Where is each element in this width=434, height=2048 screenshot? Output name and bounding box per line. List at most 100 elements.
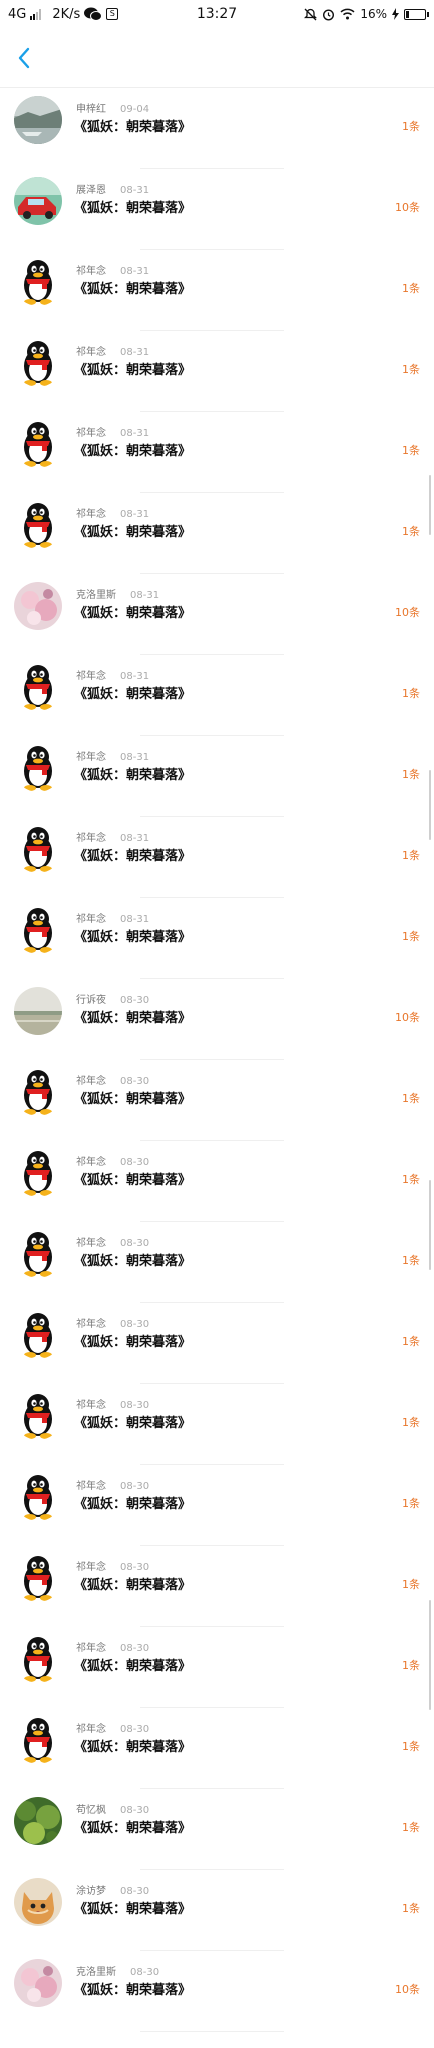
name-line: 祁年念 08-31 [76, 748, 149, 763]
message-date: 08-30 [120, 1724, 150, 1735]
name-line: 祁年念 08-31 [76, 910, 149, 925]
list-item[interactable]: 祁年念 08-30 《狐妖：朝荣暮落》 1条 [0, 1465, 434, 1546]
list-item[interactable]: 申梓红 09-04 《狐妖：朝荣暮落》 1条 [0, 88, 434, 169]
avatar[interactable] [14, 1230, 62, 1278]
list-item[interactable]: 祁年念 08-30 《狐妖：朝荣暮落》 1条 [0, 1384, 434, 1465]
list-item[interactable]: 展泽恩 08-31 《狐妖：朝荣暮落》 10条 [0, 169, 434, 250]
avatar[interactable] [14, 177, 62, 225]
avatar[interactable] [14, 663, 62, 711]
message-date: 08-30 [120, 1076, 150, 1087]
avatar[interactable] [14, 1311, 62, 1359]
avatar[interactable] [14, 1473, 62, 1521]
list-item[interactable]: 涂访梦 08-30 《狐妖：朝荣暮落》 1条 [0, 1870, 434, 1951]
message-count: 1条 [402, 1578, 420, 1591]
message-list[interactable]: 申梓红 09-04 《狐妖：朝荣暮落》 1条 展泽恩 08-31 《狐妖：朝荣暮落》 10条祁… [0, 88, 434, 2032]
message-count: 1条 [402, 1902, 420, 1915]
avatar[interactable] [14, 1635, 62, 1683]
avatar[interactable] [14, 1068, 62, 1116]
list-item[interactable]: 祁年念 08-30 《狐妖：朝荣暮落》 1条 [0, 1546, 434, 1627]
avatar[interactable] [14, 1149, 62, 1197]
list-item[interactable]: 祁年念 08-31 《狐妖：朝荣暮落》 1条 [0, 817, 434, 898]
list-item[interactable]: 祁年念 08-31 《狐妖：朝荣暮落》 1条 [0, 655, 434, 736]
user-name: 克洛里斯 [76, 1967, 116, 1978]
list-item[interactable]: 祁年念 08-30 《狐妖：朝荣暮落》 1条 [0, 1708, 434, 1789]
avatar[interactable] [14, 1797, 62, 1845]
list-item[interactable]: 苟忆枫 08-30 《狐妖：朝荣暮落》 1条 [0, 1789, 434, 1870]
avatar[interactable] [14, 906, 62, 954]
user-name: 祁年念 [76, 1481, 106, 1492]
avatar[interactable] [14, 258, 62, 306]
message-count: 1条 [402, 768, 420, 781]
name-line: 祁年念 08-30 [76, 1558, 149, 1573]
scrollbar-segment [429, 475, 431, 535]
message-date: 08-31 [120, 509, 150, 520]
message-count: 1条 [402, 1335, 420, 1348]
message-title: 《狐妖：朝荣暮落》 [74, 201, 192, 216]
avatar[interactable] [14, 1878, 62, 1926]
list-item[interactable]: 行诉夜 08-30 《狐妖：朝荣暮落》 10条 [0, 979, 434, 1060]
message-count: 1条 [402, 1254, 420, 1267]
user-name: 祁年念 [76, 1724, 106, 1735]
list-item[interactable]: 祁年念 08-30 《狐妖：朝荣暮落》 1条 [0, 1060, 434, 1141]
list-item[interactable]: 克洛里斯 08-30 《狐妖：朝荣暮落》 10条 [0, 1951, 434, 2032]
list-item[interactable]: 祁年念 08-31 《狐妖：朝荣暮落》 1条 [0, 331, 434, 412]
message-count: 10条 [395, 606, 420, 619]
app-badge-icon: S [106, 8, 119, 20]
list-item[interactable]: 祁年念 08-31 《狐妖：朝荣暮落》 1条 [0, 493, 434, 574]
list-item[interactable]: 祁年念 08-31 《狐妖：朝荣暮落》 1条 [0, 898, 434, 979]
list-item[interactable]: 祁年念 08-30 《狐妖：朝荣暮落》 1条 [0, 1303, 434, 1384]
message-count: 1条 [402, 930, 420, 943]
avatar[interactable] [14, 339, 62, 387]
avatar[interactable] [14, 1959, 62, 2007]
user-name: 祁年念 [76, 914, 106, 925]
avatar[interactable] [14, 744, 62, 792]
avatar[interactable] [14, 1716, 62, 1764]
name-line: 祁年念 08-30 [76, 1477, 149, 1492]
message-title: 《狐妖：朝荣暮落》 [74, 1821, 192, 1836]
avatar[interactable] [14, 987, 62, 1035]
list-item[interactable]: 祁年念 08-30 《狐妖：朝荣暮落》 1条 [0, 1222, 434, 1303]
name-line: 涂访梦 08-30 [76, 1882, 149, 1897]
name-line: 申梓红 09-04 [76, 100, 149, 115]
message-title: 《狐妖：朝荣暮落》 [74, 930, 192, 945]
message-date: 08-31 [120, 428, 150, 439]
avatar[interactable] [14, 501, 62, 549]
name-line: 克洛里斯 08-30 [76, 1963, 159, 1978]
avatar[interactable] [14, 1392, 62, 1440]
list-item[interactable]: 克洛里斯 08-31 《狐妖：朝荣暮落》 10条 [0, 574, 434, 655]
message-title: 《狐妖：朝荣暮落》 [74, 1092, 192, 1107]
name-line: 祁年念 08-31 [76, 262, 149, 277]
message-count: 10条 [395, 1983, 420, 1996]
message-title: 《狐妖：朝荣暮落》 [74, 363, 192, 378]
avatar[interactable] [14, 582, 62, 630]
name-line: 展泽恩 08-31 [76, 181, 149, 196]
name-line: 祁年念 08-31 [76, 505, 149, 520]
wifi-icon [340, 8, 355, 20]
user-name: 祁年念 [76, 266, 106, 277]
message-date: 08-31 [120, 347, 150, 358]
list-item[interactable]: 祁年念 08-31 《狐妖：朝荣暮落》 1条 [0, 736, 434, 817]
back-button[interactable] [12, 46, 36, 70]
list-item[interactable]: 祁年念 08-30 《狐妖：朝荣暮落》 1条 [0, 1627, 434, 1708]
scrollbar-segment [429, 1180, 431, 1270]
message-title: 《狐妖：朝荣暮落》 [74, 444, 192, 459]
avatar[interactable] [14, 420, 62, 468]
name-line: 祁年念 08-30 [76, 1153, 149, 1168]
avatar[interactable] [14, 96, 62, 144]
signal-icon [30, 8, 42, 20]
name-line: 祁年念 08-30 [76, 1072, 149, 1087]
list-item[interactable]: 祁年念 08-31 《狐妖：朝荣暮落》 1条 [0, 412, 434, 493]
list-item[interactable]: 祁年念 08-30 《狐妖：朝荣暮落》 1条 [0, 1141, 434, 1222]
name-line: 行诉夜 08-30 [76, 991, 149, 1006]
user-name: 祁年念 [76, 1562, 106, 1573]
user-name: 苟忆枫 [76, 1805, 106, 1816]
message-count: 1条 [402, 849, 420, 862]
message-date: 08-30 [120, 1643, 150, 1654]
message-date: 08-30 [120, 1886, 150, 1897]
avatar[interactable] [14, 825, 62, 873]
message-date: 08-31 [120, 671, 150, 682]
avatar[interactable] [14, 1554, 62, 1602]
list-item[interactable]: 祁年念 08-31 《狐妖：朝荣暮落》 1条 [0, 250, 434, 331]
message-count: 1条 [402, 120, 420, 133]
user-name: 祁年念 [76, 1076, 106, 1087]
